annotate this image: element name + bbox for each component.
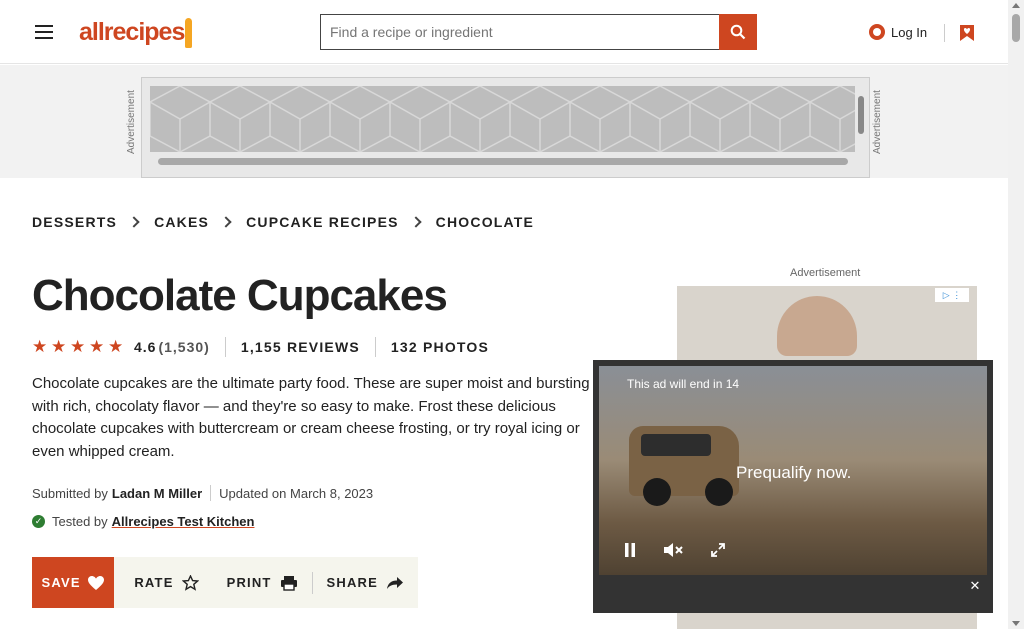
chevron-right-icon [128, 216, 140, 228]
recipe-description: Chocolate cupcakes are the ultimate part… [32, 375, 590, 460]
star-icon[interactable]: ★ [89, 338, 107, 356]
tested-by: ✓ Tested by Allrecipes Test Kitchen [32, 514, 254, 529]
pause-button[interactable] [609, 534, 651, 566]
share-button[interactable]: SHARE [312, 571, 418, 595]
test-kitchen-link[interactable]: Allrecipes Test Kitchen [112, 514, 255, 529]
breadcrumb-chocolate[interactable]: CHOCOLATE [436, 214, 534, 230]
banner-ad[interactable] [141, 77, 870, 178]
video-bottom-bar [593, 584, 993, 613]
reviews-link[interactable]: 1,155 REVIEWS [241, 339, 360, 355]
search-input[interactable] [320, 14, 719, 50]
breadcrumb-cupcake-recipes[interactable]: CUPCAKE RECIPES [246, 214, 399, 230]
byline: Submitted by Ladan M Miller Updated on M… [32, 485, 373, 501]
star-icon[interactable]: ★ [70, 338, 88, 356]
star-icon[interactable]: ★ [51, 338, 69, 356]
printer-icon [280, 575, 297, 591]
submitted-prefix: Submitted by [32, 485, 108, 501]
print-button[interactable]: PRINT [213, 571, 312, 595]
author-link[interactable]: Ladan M Miller [112, 486, 202, 501]
scroll-down-icon[interactable] [1012, 621, 1020, 626]
adchoices-icon[interactable]: ▷ ⋮ [935, 288, 969, 302]
header-divider [944, 24, 945, 42]
print-label: PRINT [226, 575, 272, 590]
search-bar [320, 14, 757, 50]
breadcrumb-cakes[interactable]: CAKES [154, 214, 209, 230]
half-star-icon[interactable]: ★ [108, 338, 126, 356]
pause-icon [625, 543, 635, 557]
share-arrow-icon [387, 576, 403, 589]
divider [374, 337, 376, 357]
save-label: SAVE [41, 575, 81, 590]
heart-icon [87, 575, 104, 590]
page: allrecipes Log In Advertisement [0, 0, 1024, 629]
rate-label: RATE [134, 575, 174, 590]
search-button[interactable] [719, 14, 757, 50]
video-frame[interactable]: This ad will end in 14 Prequalify now. [599, 366, 987, 575]
expand-icon [711, 543, 725, 557]
favorites-button[interactable] [955, 20, 979, 46]
site-logo[interactable]: allrecipes [79, 14, 209, 50]
star-outline-icon [181, 574, 199, 591]
chevron-right-icon [220, 216, 232, 228]
ad-placeholder-pattern [150, 86, 855, 152]
rating-count: (1,530) [158, 339, 210, 355]
user-icon [869, 24, 885, 40]
rate-button[interactable]: RATE [120, 571, 212, 595]
scroll-up-icon[interactable] [1012, 3, 1020, 8]
photos-link[interactable]: 132 PHOTOS [391, 339, 489, 355]
share-label: SHARE [326, 575, 378, 590]
mute-button[interactable] [653, 534, 695, 566]
rating-value[interactable]: 4.6 [134, 339, 156, 355]
star-icon[interactable]: ★ [32, 338, 50, 356]
recipe-actions: SAVE RATE PRINT SHARE [32, 557, 418, 608]
page-title: Chocolate Cupcakes [32, 271, 448, 320]
save-button[interactable]: SAVE [32, 557, 115, 608]
rating-stars[interactable]: ★ ★ ★ ★ ★ [32, 338, 126, 356]
updated-date: Updated on March 8, 2023 [219, 485, 374, 501]
login-button[interactable]: Log In [869, 19, 933, 45]
video-image [629, 426, 739, 506]
heart-icon [960, 25, 974, 41]
divider [210, 485, 212, 501]
menu-icon[interactable] [31, 19, 57, 45]
breadcrumb: DESSERTS CAKES CUPCAKE RECIPES CHOCOLATE [32, 211, 534, 233]
scrollbar-thumb[interactable] [1012, 14, 1020, 42]
ad-image [777, 296, 857, 356]
right-ad-label: Advertisement [790, 267, 861, 279]
site-header: allrecipes Log In [0, 0, 1008, 64]
close-icon[interactable]: ✕ [963, 570, 987, 602]
divider [224, 337, 226, 357]
ad-promo-text: Prequalify now. [736, 463, 852, 482]
tested-prefix: Tested by [52, 514, 108, 529]
ad-vertical-scrollbar[interactable] [858, 96, 864, 134]
ad-label-left: Advertisement [126, 90, 137, 155]
video-ad-player[interactable]: This ad will end in 14 Prequalify now. ✕ [593, 360, 993, 613]
spoon-icon [185, 18, 193, 49]
top-ad-band: Advertisement Advertisement [0, 65, 1008, 178]
logo-text: allrecipes [79, 18, 185, 46]
chevron-right-icon [410, 216, 422, 228]
page-scrollbar[interactable] [1008, 0, 1024, 629]
search-icon [730, 24, 746, 40]
ad-countdown: This ad will end in 14 [627, 377, 740, 391]
ad-label-right: Advertisement [872, 90, 883, 155]
ad-horizontal-scrollbar[interactable] [158, 158, 848, 165]
ratings-row: ★ ★ ★ ★ ★ 4.6 (1,530) 1,155 REVIEWS 132 … [32, 337, 489, 357]
verified-check-icon: ✓ [32, 515, 45, 528]
fullscreen-button[interactable] [697, 534, 739, 566]
breadcrumb-desserts[interactable]: DESSERTS [32, 214, 117, 230]
muted-speaker-icon [664, 543, 683, 557]
login-label: Log In [891, 24, 928, 40]
